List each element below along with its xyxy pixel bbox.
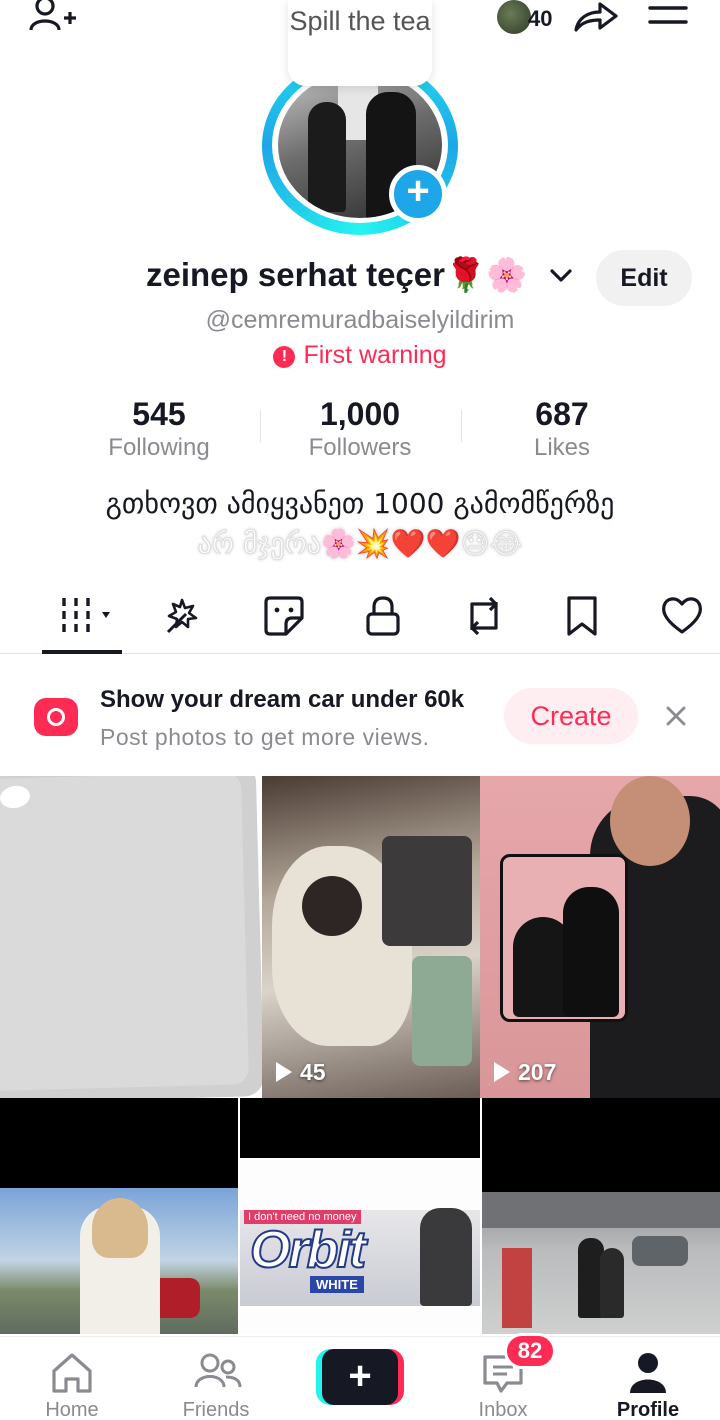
followers-stat[interactable]: 1,000 Followers bbox=[260, 396, 460, 464]
bio: გთხოვთ ამიყვანეთ 1000 გამომწერზე არ მჯერ… bbox=[0, 484, 720, 564]
followers-label: Followers bbox=[308, 434, 412, 461]
home-icon bbox=[52, 1353, 92, 1393]
plus-icon: + bbox=[322, 1349, 398, 1405]
promo-title: Show your dream car under 60k bbox=[100, 686, 465, 713]
camera-icon bbox=[34, 698, 78, 736]
profile-visitor-count[interactable]: 40 bbox=[528, 6, 552, 32]
video-thumbnail[interactable]: 207 bbox=[480, 776, 720, 1098]
profile-tabs bbox=[0, 580, 720, 654]
tab-stickers[interactable] bbox=[252, 580, 312, 650]
warning-text: First warning bbox=[303, 341, 447, 369]
active-tab-indicator bbox=[42, 650, 122, 654]
nav-home-label: Home bbox=[45, 1399, 99, 1420]
add-friend-icon[interactable] bbox=[28, 0, 78, 40]
nav-friends[interactable]: Friends bbox=[161, 1337, 271, 1420]
add-story-icon[interactable]: + bbox=[389, 165, 447, 223]
create-video-button[interactable]: + bbox=[316, 1349, 404, 1405]
tab-favorites[interactable] bbox=[552, 580, 612, 650]
play-icon bbox=[276, 1062, 292, 1082]
lock-icon bbox=[366, 596, 400, 636]
grid-icon bbox=[62, 598, 110, 632]
account-warning[interactable]: ! First warning bbox=[0, 341, 720, 370]
create-button[interactable]: Create bbox=[504, 688, 638, 744]
followers-count: 1,000 bbox=[319, 396, 401, 432]
tab-videos[interactable] bbox=[52, 580, 112, 650]
spill-text: Spill the tea bbox=[289, 6, 431, 36]
promo-banner: Show your dream car under 60k Post photo… bbox=[0, 662, 720, 770]
bio-line-2: არ მჯერა🌸💥❤️❤️😓😂 bbox=[197, 527, 523, 561]
tab-private[interactable] bbox=[352, 580, 412, 650]
profile-icon bbox=[630, 1353, 666, 1393]
following-stat[interactable]: 545 Following bbox=[59, 396, 259, 464]
view-count: 45 bbox=[276, 1059, 326, 1086]
following-count: 545 bbox=[132, 396, 186, 432]
bio-line-1: გთხოვთ ამიყვანეთ 1000 გამომწერზე bbox=[105, 487, 615, 520]
video-thumbnail[interactable]: I don't need no money Orbit WHITE bbox=[240, 1098, 480, 1334]
following-label: Following bbox=[108, 434, 210, 461]
sticker-icon bbox=[264, 596, 304, 636]
play-icon bbox=[494, 1062, 510, 1082]
sparkle-wand-icon bbox=[166, 598, 198, 634]
repost-icon bbox=[470, 596, 498, 636]
heart-icon bbox=[662, 597, 702, 634]
menu-icon[interactable] bbox=[646, 2, 690, 32]
video-thumbnail[interactable]: 45 bbox=[262, 776, 480, 1098]
profile-visitor-avatar[interactable] bbox=[497, 0, 531, 34]
friends-icon bbox=[194, 1353, 242, 1388]
likes-label: Likes bbox=[533, 434, 591, 461]
video-thumbnail[interactable] bbox=[482, 1098, 720, 1334]
chevron-down-icon[interactable] bbox=[548, 262, 574, 288]
promo-subtitle: Post photos to get more views. bbox=[100, 724, 430, 750]
bookmark-icon bbox=[567, 596, 597, 636]
nav-profile-label: Profile bbox=[616, 1399, 680, 1420]
share-icon[interactable] bbox=[570, 0, 620, 36]
display-name: zeinep serhat teçer🌹🌸 bbox=[146, 256, 528, 293]
top-bar: Spill the tea 40 bbox=[0, 0, 720, 86]
likes-count: 687 bbox=[535, 396, 589, 432]
close-icon[interactable] bbox=[662, 702, 690, 730]
likes-stat[interactable]: 687 Likes bbox=[462, 396, 662, 464]
nav-home[interactable]: Home bbox=[17, 1337, 127, 1420]
inbox-badge: 82 bbox=[504, 1333, 556, 1369]
bottom-nav: Home Friends + Inbox 82 Profile bbox=[0, 1333, 720, 1420]
video-thumbnail[interactable] bbox=[0, 1098, 238, 1334]
tab-sparkle[interactable] bbox=[150, 580, 210, 650]
nav-inbox-label: Inbox bbox=[478, 1399, 528, 1420]
nav-friends-label: Friends bbox=[182, 1399, 250, 1420]
nav-profile[interactable]: Profile bbox=[593, 1337, 703, 1420]
tab-liked[interactable] bbox=[650, 580, 710, 650]
tab-reposts[interactable] bbox=[452, 580, 512, 650]
banner-subtext: WHITE bbox=[310, 1276, 364, 1293]
edit-profile-button[interactable]: Edit bbox=[596, 250, 692, 306]
video-thumbnail[interactable] bbox=[0, 776, 262, 1098]
banner-logo-text: Orbit bbox=[249, 1220, 367, 1280]
view-count: 207 bbox=[494, 1059, 556, 1086]
warning-icon: ! bbox=[273, 346, 296, 368]
spill-the-tea-bubble[interactable]: Spill the tea bbox=[288, 0, 432, 86]
username: @cemremuradbaiselyildirim bbox=[205, 306, 515, 334]
